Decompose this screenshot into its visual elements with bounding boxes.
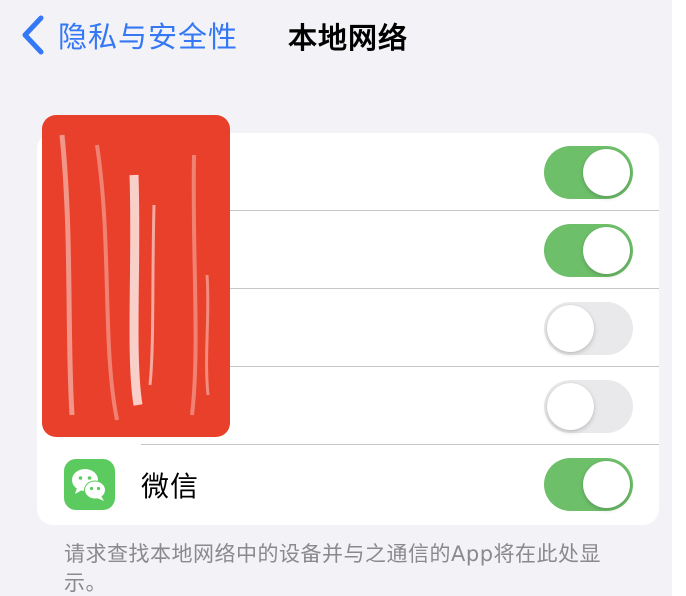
app-name: 微信 — [141, 470, 200, 503]
back-button-label[interactable]: 隐私与安全性 — [58, 14, 238, 56]
app-toggle[interactable] — [544, 302, 633, 355]
app-toggle[interactable] — [544, 380, 633, 433]
app-toggle[interactable] — [544, 146, 633, 199]
toggle-knob — [547, 383, 594, 430]
chevron-left-icon — [22, 15, 44, 55]
redaction-overlay — [42, 115, 230, 437]
wechat-icon — [64, 459, 115, 510]
footer-note: 请求查找本地网络中的设备并与之通信的App将在此处显示。 — [64, 542, 602, 595]
toggle-knob — [583, 227, 630, 274]
wechat-glyph — [72, 469, 106, 501]
app-toggle-wechat[interactable] — [544, 458, 633, 511]
toggle-knob — [583, 149, 630, 196]
app-toggle[interactable] — [544, 224, 633, 277]
back-button[interactable]: 隐私与安全性 — [20, 12, 238, 58]
toggle-knob — [583, 461, 630, 508]
toggle-knob — [547, 305, 594, 352]
page-title: 本地网络 — [288, 21, 409, 55]
screen-edge — [672, 0, 686, 596]
navigation-bar: 隐私与安全性 本地网络 — [0, 0, 672, 70]
redaction-scribble — [59, 134, 210, 421]
list-item-wechat: 微信 — [37, 445, 659, 525]
